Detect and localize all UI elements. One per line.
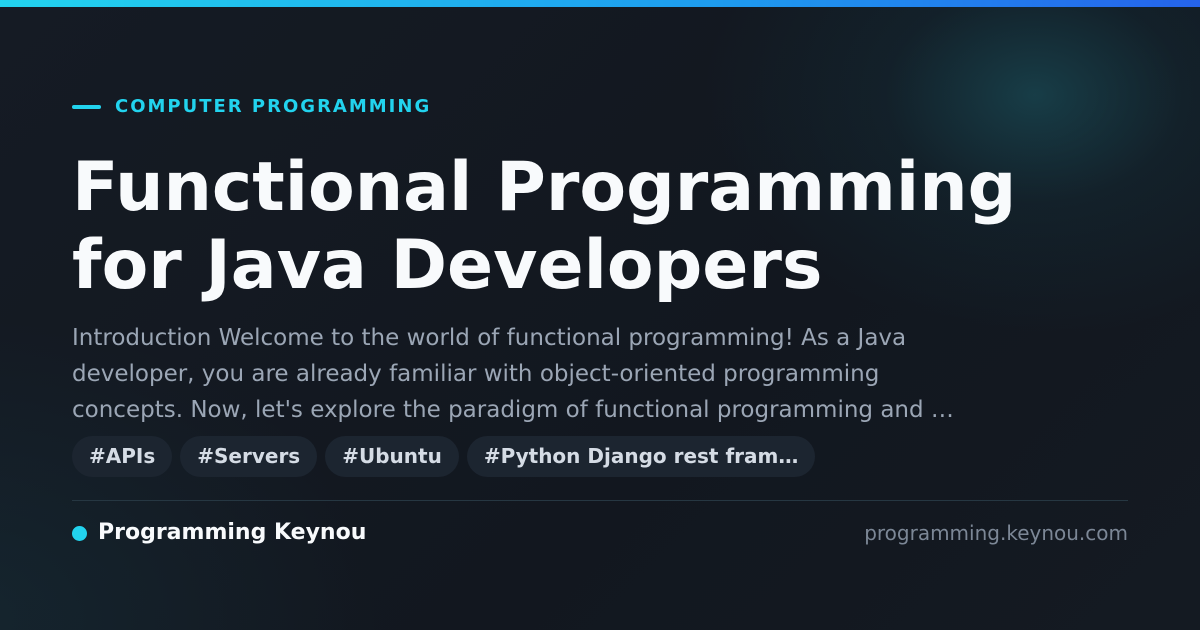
title-line: Functional Programming [72, 148, 1017, 227]
article-title: Functional Programming for Java Develope… [72, 149, 1132, 305]
excerpt-line: Introduction Welcome to the world of fun… [72, 325, 907, 351]
tag-pill: #Ubuntu [325, 436, 459, 477]
tag-list: #APIs #Servers #Ubuntu #Python Django re… [72, 436, 823, 477]
excerpt-line: developer, you are already familiar with… [72, 361, 880, 387]
site-domain: programming.keynou.com [864, 521, 1128, 545]
excerpt-line: concepts. Now, let's explore the paradig… [72, 397, 954, 423]
brand: Programming Keynou [72, 518, 366, 548]
category-eyebrow: COMPUTER PROGRAMMING [72, 95, 431, 119]
brand-dot-icon [72, 525, 87, 541]
category-label: COMPUTER PROGRAMMING [115, 96, 432, 117]
footer-divider [72, 500, 1128, 501]
tag-pill: #APIs [72, 436, 173, 477]
article-excerpt: Introduction Welcome to the world of fun… [72, 320, 1082, 428]
tag-pill: #Servers [180, 436, 318, 477]
title-line: for Java Developers [72, 226, 823, 305]
top-accent-bar [0, 0, 1200, 7]
accent-line-icon [72, 105, 101, 109]
tag-pill: #Python Django rest fram… [466, 436, 816, 477]
brand-name: Programming Keynou [98, 520, 367, 545]
